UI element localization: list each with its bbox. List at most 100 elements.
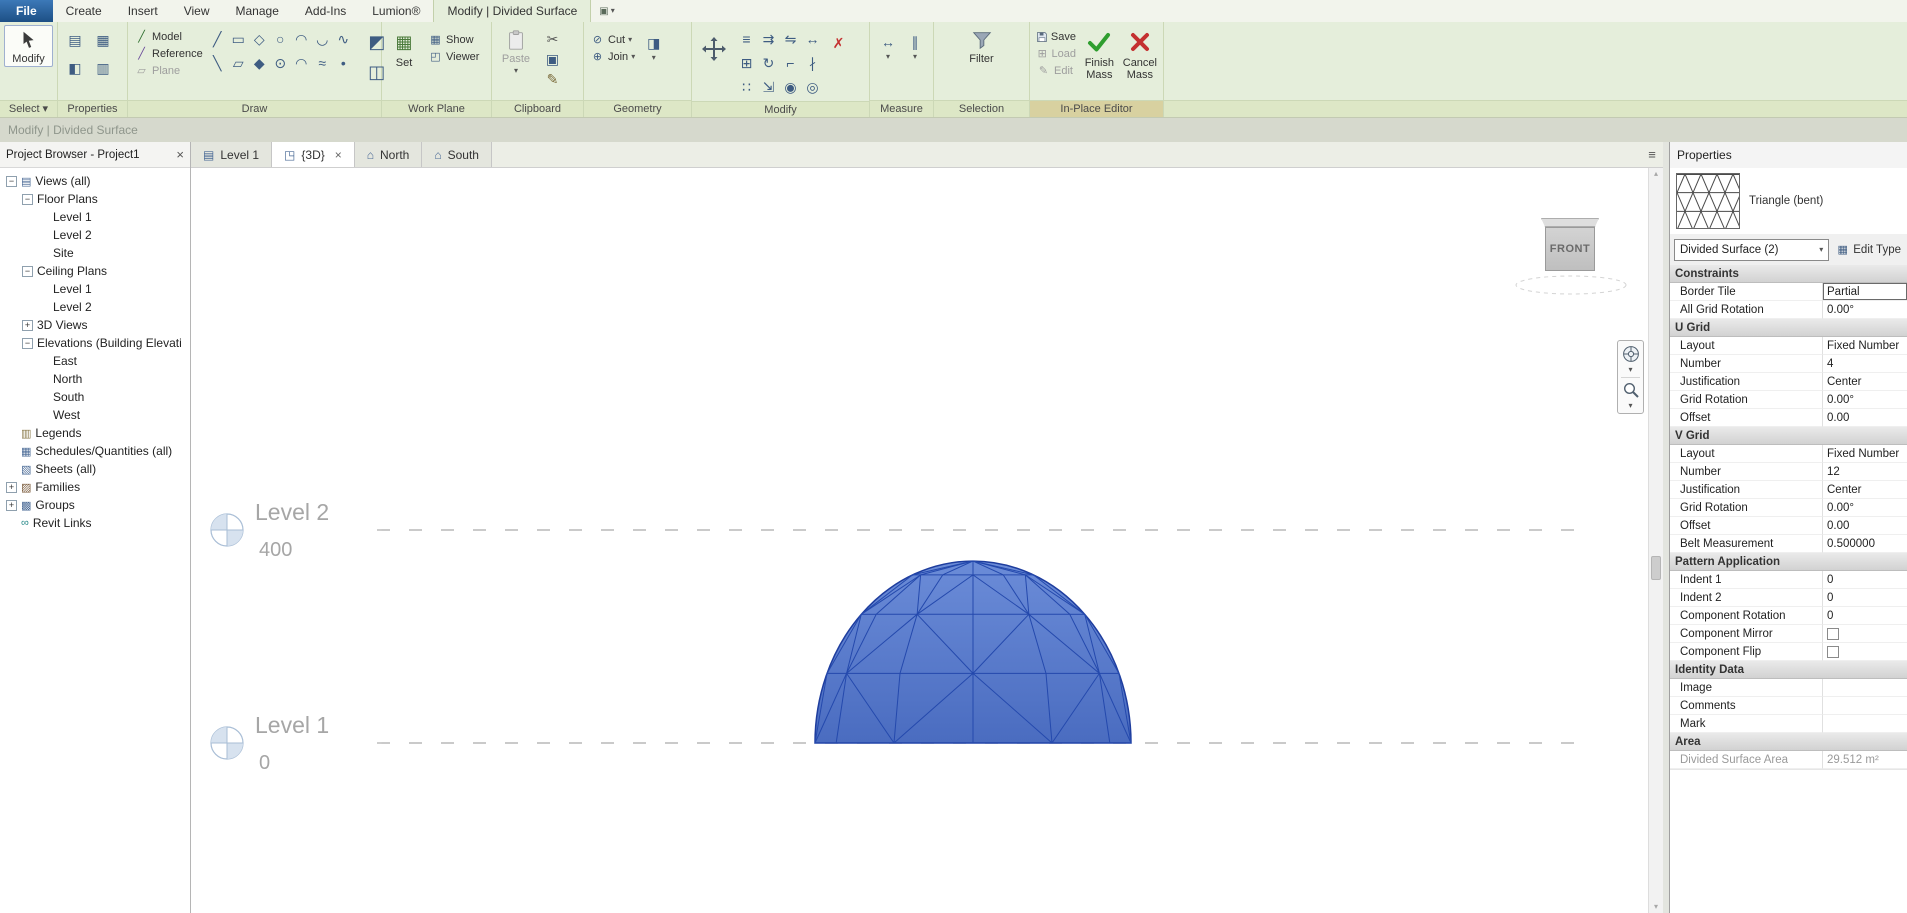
tree-item-ceiling-plans[interactable]: − Ceiling Plans — [0, 262, 190, 280]
ribbon-tab-create[interactable]: Create — [53, 0, 115, 22]
move-small-icon[interactable]: ↔ — [802, 29, 823, 49]
view-tab-south[interactable]: ⌂ South — [422, 142, 492, 167]
property-group-area[interactable]: Area — [1670, 733, 1907, 751]
tree-item-level-1[interactable]: Level 1 — [0, 208, 190, 226]
reference-line-button[interactable]: ╱ Reference — [132, 45, 205, 62]
tree-item-families[interactable]: + ▨ Families — [0, 478, 190, 496]
property-value-number[interactable]: 4 — [1823, 355, 1907, 373]
tree-item-3d-views[interactable]: +3D Views — [0, 316, 190, 334]
view-cube-compass[interactable] — [1511, 274, 1631, 302]
panel-label-select[interactable]: Select ▾ — [0, 100, 57, 117]
property-value-border-tile[interactable]: Partial — [1823, 283, 1907, 301]
ribbon-tab-lumion[interactable]: Lumion® — [359, 0, 433, 22]
checkbox[interactable] — [1827, 627, 1839, 640]
delete-icon[interactable]: ✗ — [828, 33, 849, 53]
property-value-justification[interactable]: Center — [1823, 481, 1907, 499]
cancel-mass-button[interactable]: Cancel Mass — [1121, 25, 1159, 83]
collapse-icon[interactable]: − — [22, 265, 33, 277]
property-value-belt-measurement[interactable]: 0.500000 — [1823, 535, 1907, 553]
property-value-comments[interactable] — [1823, 697, 1907, 715]
property-group-constraints[interactable]: Constraints — [1670, 265, 1907, 283]
checkbox[interactable] — [1827, 645, 1839, 658]
tree-item-groups[interactable]: + ▩ Groups — [0, 496, 190, 514]
property-value-image[interactable] — [1823, 679, 1907, 697]
finish-mass-button[interactable]: Finish Mass — [1082, 25, 1117, 83]
family-types-icon[interactable]: ▦ — [93, 30, 114, 50]
property-group-u-grid[interactable]: U Grid — [1670, 319, 1907, 337]
paint-button[interactable]: ◨ ▾ — [643, 25, 664, 62]
tree-item-level-1[interactable]: Level 1 — [0, 280, 190, 298]
mass-dome[interactable] — [814, 560, 1132, 744]
point-element-icon[interactable]: • — [333, 53, 354, 73]
property-value-layout[interactable]: Fixed Number — [1823, 337, 1907, 355]
edit-button[interactable]: ✎ Edit — [1034, 62, 1078, 79]
tree-item-west[interactable]: West — [0, 406, 190, 424]
ribbon-display-toggle[interactable]: ▣ ▾ — [591, 0, 622, 22]
ribbon-tab-file[interactable]: File — [0, 0, 53, 22]
level-name-text[interactable]: Level 1 — [255, 712, 329, 738]
join-geometry-button[interactable]: ⊕ Join ▾ — [588, 48, 637, 65]
property-value-indent-2[interactable]: 0 — [1823, 589, 1907, 607]
view-cube-front-face[interactable]: FRONT — [1545, 227, 1595, 271]
dropdown-caret-icon[interactable]: ▾ — [1628, 402, 1632, 410]
property-value-grid-rotation[interactable]: 0.00° — [1823, 499, 1907, 517]
paste-button[interactable]: Paste ▾ — [496, 25, 536, 77]
copy-icon[interactable]: ▣ — [542, 49, 563, 69]
spline-icon[interactable]: ∿ — [333, 29, 354, 49]
plane-button[interactable]: ▱ Plane — [132, 62, 205, 79]
property-value-offset[interactable]: 0.00 — [1823, 409, 1907, 427]
ribbon-tab-view[interactable]: View — [171, 0, 223, 22]
property-value-all-grid-rotation[interactable]: 0.00° — [1823, 301, 1907, 319]
tree-item-north[interactable]: North — [0, 370, 190, 388]
split-icon[interactable]: ∤ — [802, 53, 823, 73]
save-button[interactable]: Save — [1034, 28, 1078, 45]
view-cube-top-face[interactable] — [1541, 218, 1599, 227]
tree-item-legends[interactable]: ▥ Legends — [0, 424, 190, 442]
expand-icon[interactable]: + — [6, 499, 17, 511]
cut-geometry-button[interactable]: ⊘ Cut ▾ — [588, 31, 637, 48]
copy-element-icon[interactable]: ⊞ — [736, 53, 757, 73]
drawing-canvas[interactable]: Level 2 400 Level 1 0 FRONT ▾ ▾ — [191, 168, 1648, 913]
vertical-scrollbar[interactable]: ▴ ▾ — [1648, 168, 1663, 913]
property-value-divided-surface-area[interactable]: 29.512 m² — [1823, 751, 1907, 769]
pin-icon[interactable]: ◉ — [780, 77, 801, 97]
mirror-icon[interactable]: ⇋ — [780, 29, 801, 49]
dropdown-caret-icon[interactable]: ▾ — [1628, 366, 1632, 374]
property-group-v-grid[interactable]: V Grid — [1670, 427, 1907, 445]
trim-icon[interactable]: ⌐ — [780, 53, 801, 73]
tree-item-level-2[interactable]: Level 2 — [0, 226, 190, 244]
level-name-text[interactable]: Level 2 — [255, 499, 329, 525]
expand-icon[interactable]: + — [22, 319, 33, 331]
tree-item-south[interactable]: South — [0, 388, 190, 406]
tree-item-floor-plans[interactable]: − Floor Plans — [0, 190, 190, 208]
viewer-button[interactable]: ◰ Viewer — [426, 48, 481, 65]
set-work-plane-button[interactable]: ▦ Set — [386, 25, 422, 71]
modify-button[interactable]: Modify — [4, 25, 53, 67]
tree-item-level-2[interactable]: Level 2 — [0, 298, 190, 316]
family-category-icon[interactable]: ◧ — [65, 58, 86, 78]
inscribed-polygon-icon[interactable]: ◆ — [249, 53, 270, 73]
move-button[interactable] — [696, 25, 732, 64]
level-elevation-text[interactable]: 400 — [259, 539, 292, 561]
tangent-arc-icon[interactable]: ≈ — [312, 53, 333, 73]
load-button[interactable]: ⊞ Load — [1034, 45, 1078, 62]
property-value-grid-rotation[interactable]: 0.00° — [1823, 391, 1907, 409]
edit-type-button[interactable]: ▦ Edit Type — [1833, 238, 1903, 262]
close-view-icon[interactable]: × — [335, 148, 342, 162]
type-selector[interactable]: Divided Surface (2) ▾ — [1674, 238, 1830, 261]
property-value-justification[interactable]: Center — [1823, 373, 1907, 391]
tree-item-views-all[interactable]: − ▤ Views (all) — [0, 172, 190, 190]
ribbon-tab-insert[interactable]: Insert — [115, 0, 171, 22]
close-icon[interactable]: × — [176, 147, 184, 162]
center-arc-icon[interactable]: ◡ — [312, 29, 333, 49]
ellipse-icon[interactable]: ⊙ — [270, 53, 291, 73]
property-value-layout[interactable]: Fixed Number — [1823, 445, 1907, 463]
property-value-offset[interactable]: 0.00 — [1823, 517, 1907, 535]
collapse-icon[interactable]: − — [22, 337, 33, 349]
align-icon[interactable]: ≡ — [736, 29, 757, 49]
property-value-indent-1[interactable]: 0 — [1823, 571, 1907, 589]
tree-item-elevations-building-elevati[interactable]: − Elevations (Building Elevati — [0, 334, 190, 352]
expand-icon[interactable]: + — [6, 481, 17, 493]
collapse-icon[interactable]: − — [6, 175, 17, 187]
property-value-mark[interactable] — [1823, 715, 1907, 733]
